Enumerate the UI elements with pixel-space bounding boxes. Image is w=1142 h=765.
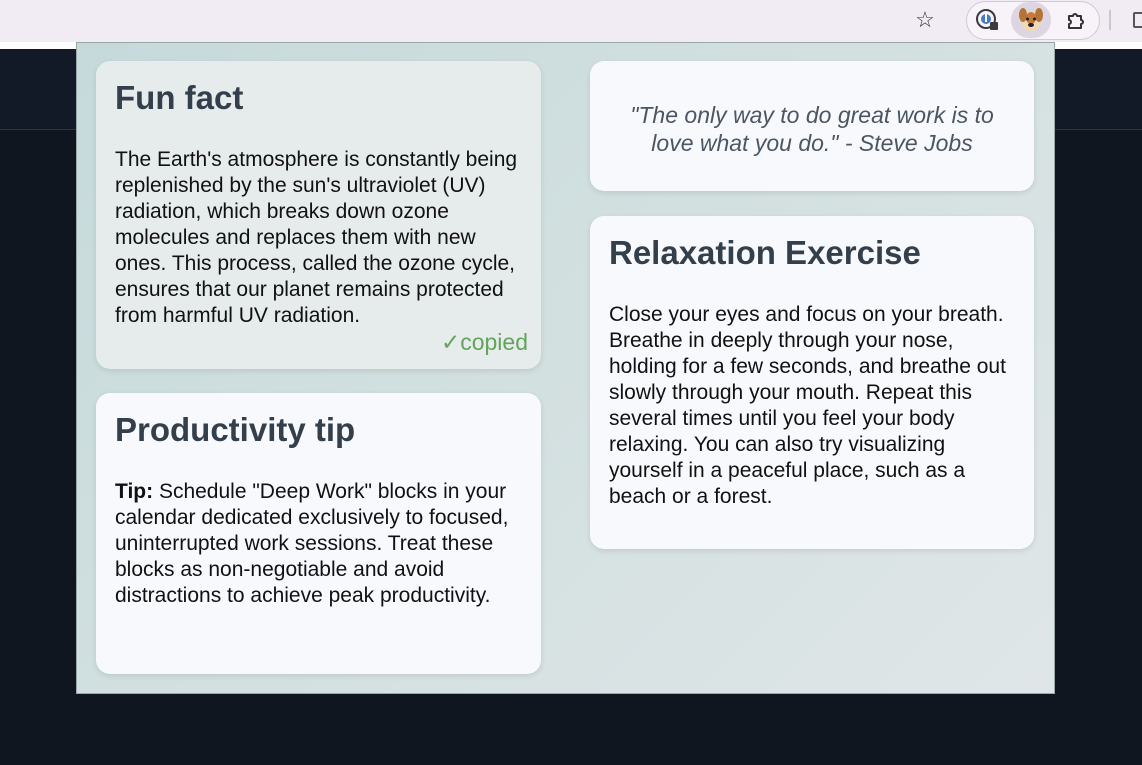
puzzle-icon[interactable] xyxy=(1064,7,1090,33)
quote-text: "The only way to do great work is to lov… xyxy=(630,102,994,156)
password-manager-icon[interactable] xyxy=(974,7,1000,33)
side-panel-icon[interactable] xyxy=(1133,12,1142,28)
relaxation-title: Relaxation Exercise xyxy=(609,234,921,271)
productivity-tip-card[interactable]: Productivity tip Tip: Schedule "Deep Wor… xyxy=(96,393,541,674)
relaxation-body: Close your eyes and focus on your breath… xyxy=(609,303,1006,508)
tip-label: Tip: xyxy=(115,480,154,503)
relaxation-card[interactable]: Relaxation Exercise Close your eyes and … xyxy=(590,216,1034,549)
copied-status: ✓copied xyxy=(440,329,528,355)
extension-popup: Fun fact The Earth's atmosphere is const… xyxy=(76,42,1055,694)
star-icon[interactable]: ☆ xyxy=(913,8,937,32)
fun-fact-title: Fun fact xyxy=(115,79,244,116)
tip-text: Schedule "Deep Work" blocks in your cale… xyxy=(115,480,509,607)
fun-fact-card[interactable]: Fun fact The Earth's atmosphere is const… xyxy=(96,61,541,369)
toolbar-separator xyxy=(1109,10,1111,30)
quote-card[interactable]: "The only way to do great work is to lov… xyxy=(590,61,1034,191)
productivity-body: Tip: Schedule "Deep Work" blocks in your… xyxy=(115,479,522,609)
productivity-title: Productivity tip xyxy=(115,411,356,448)
fun-fact-body: The Earth's atmosphere is constantly bei… xyxy=(115,148,518,327)
dog-extension-icon[interactable] xyxy=(1011,2,1051,38)
